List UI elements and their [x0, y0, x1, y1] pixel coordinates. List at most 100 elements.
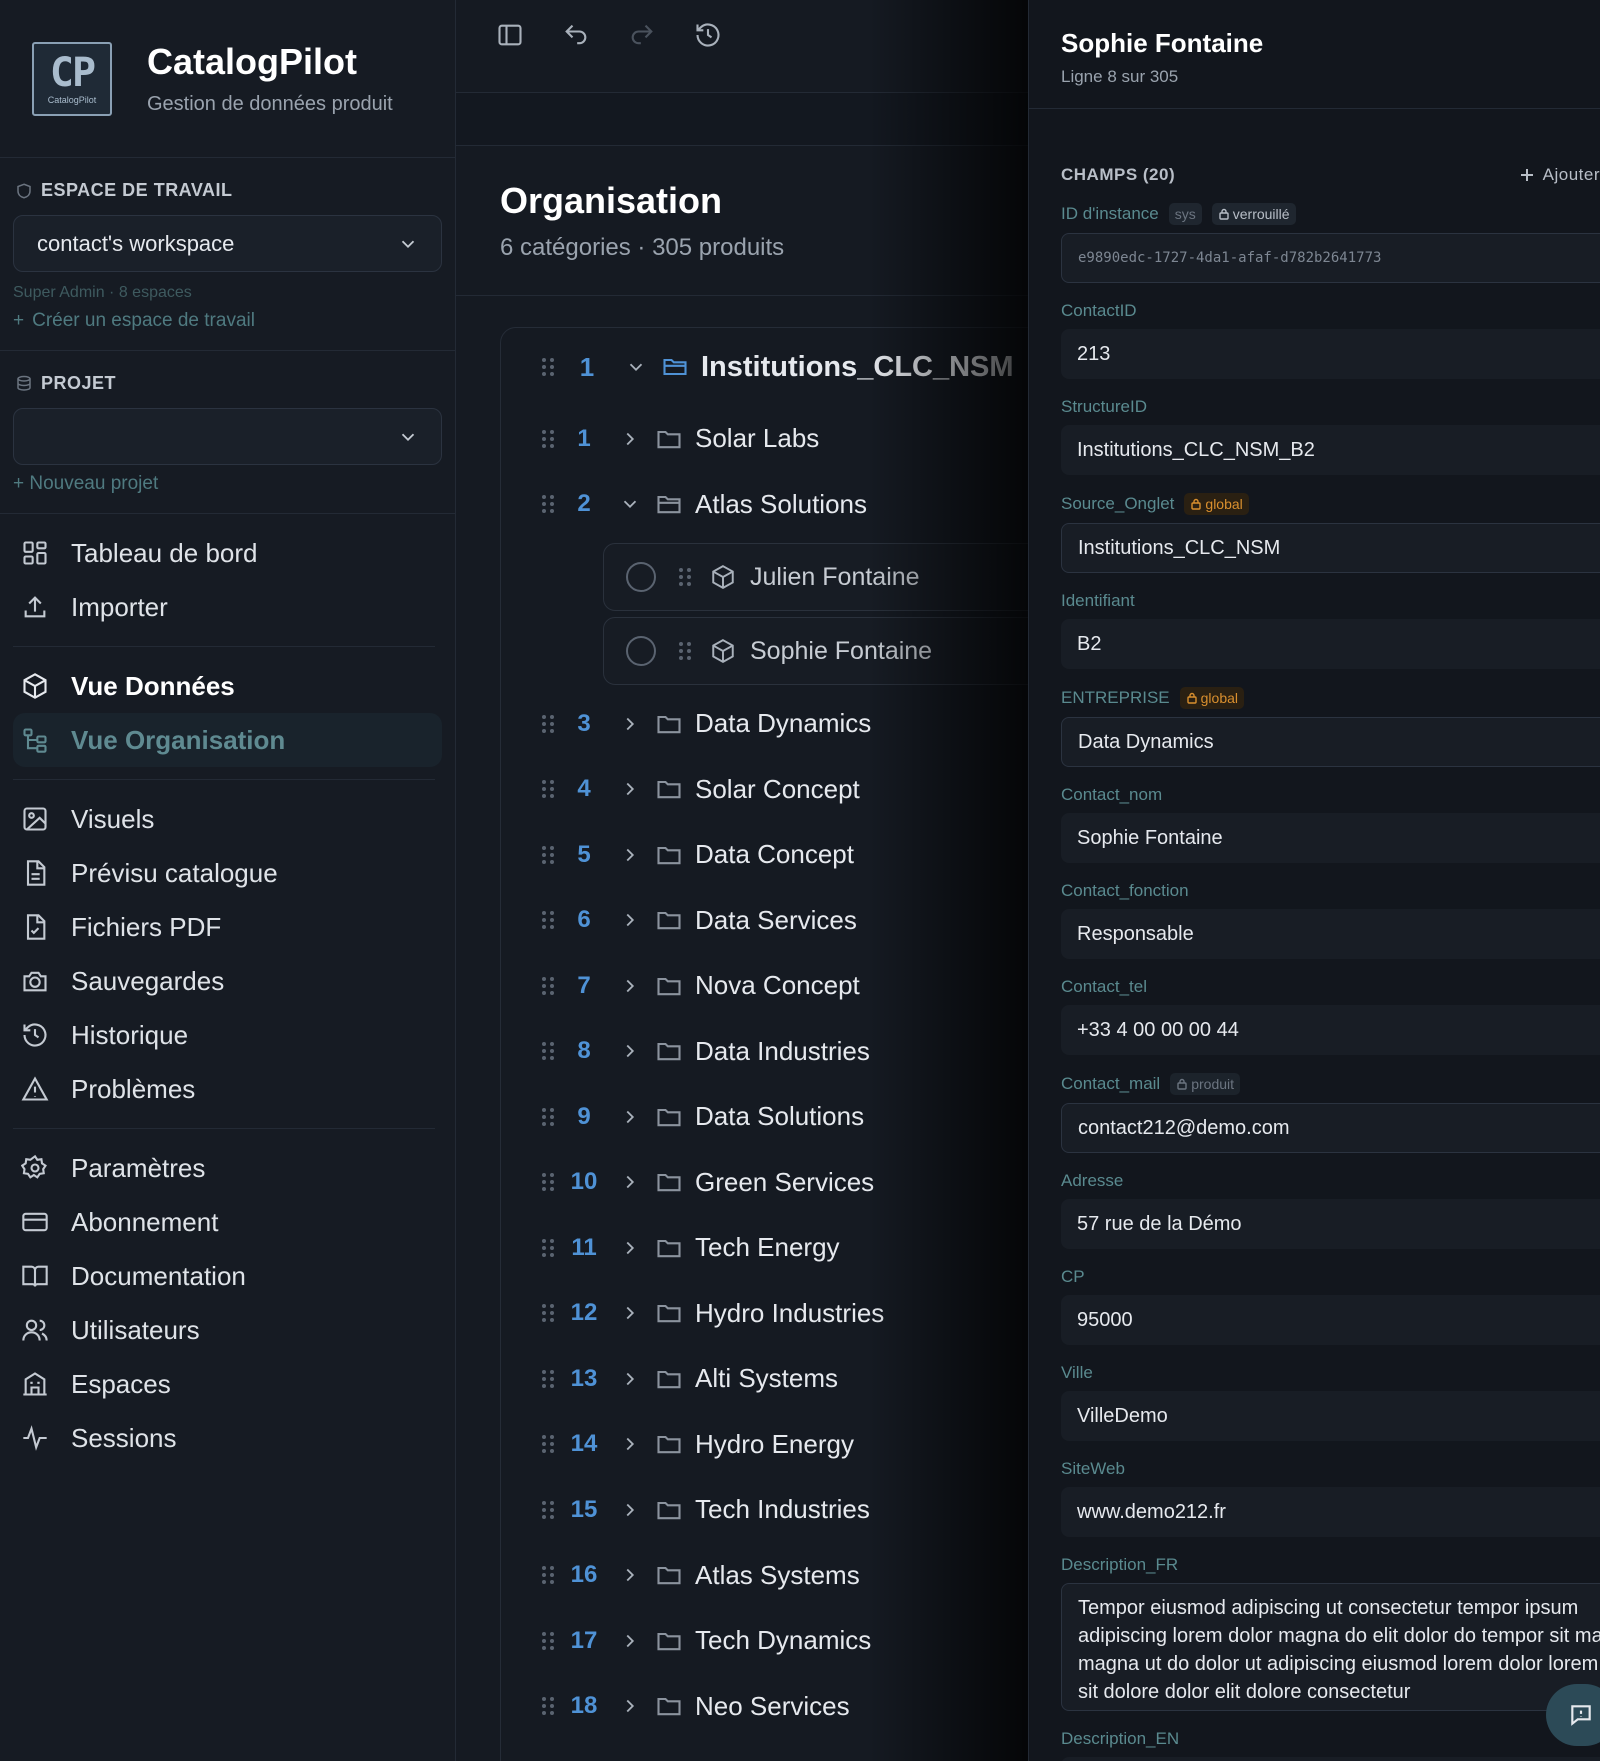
field-input[interactable]: e9890edc-1727-4da1-afaf-d782b2641773	[1061, 233, 1600, 283]
chevron-right-icon[interactable]	[619, 1433, 641, 1455]
nav-item-settings[interactable]: Paramètres	[13, 1141, 442, 1195]
drag-handle-icon[interactable]	[539, 1302, 557, 1324]
nav-item-spaces[interactable]: Espaces	[13, 1357, 442, 1411]
chevron-right-icon[interactable]	[619, 1499, 641, 1521]
nav-item-users[interactable]: Utilisateurs	[13, 1303, 442, 1357]
drag-handle-icon[interactable]	[676, 566, 694, 588]
chevron-right-icon[interactable]	[619, 909, 641, 931]
nav-item-visuals[interactable]: Visuels	[13, 792, 442, 846]
tree-row[interactable]: 4 Solar Concept	[501, 757, 1028, 823]
chevron-right-icon[interactable]	[619, 428, 641, 450]
field-input[interactable]: VilleDemo	[1061, 1391, 1600, 1441]
field-input[interactable]: www.demo212.fr	[1061, 1487, 1600, 1537]
tree-root[interactable]: 1 Institutions_CLC_NSM	[501, 328, 1028, 406]
drag-handle-icon[interactable]	[539, 428, 557, 450]
field-input[interactable]: Institutions_CLC_NSM	[1061, 523, 1600, 573]
tree-child-item[interactable]: Julien Fontaine	[603, 543, 1028, 611]
add-field-button[interactable]: Ajouter	[1519, 165, 1600, 185]
nav-item-history[interactable]: Historique	[13, 1008, 442, 1062]
field-input[interactable]: contact212@demo.com	[1061, 1103, 1600, 1153]
chevron-right-icon[interactable]	[619, 1302, 641, 1324]
drag-handle-icon[interactable]	[539, 1564, 557, 1586]
field-input[interactable]: B2	[1061, 619, 1600, 669]
field-input[interactable]: Institutions_CLC_NSM_B2	[1061, 425, 1600, 475]
chevron-down-icon[interactable]	[625, 356, 647, 378]
tree-row[interactable]: 11 Tech Energy	[501, 1215, 1028, 1281]
drag-handle-icon[interactable]	[539, 778, 557, 800]
history-icon[interactable]	[694, 21, 722, 49]
tree-row[interactable]: 18 Neo Services	[501, 1674, 1028, 1740]
drag-handle-icon[interactable]	[539, 1237, 557, 1259]
drag-handle-icon[interactable]	[539, 1499, 557, 1521]
field-input[interactable]: 95000	[1061, 1295, 1600, 1345]
redo-icon[interactable]	[628, 21, 656, 49]
tree-row[interactable]: 3 Data Dynamics	[501, 691, 1028, 757]
drag-handle-icon[interactable]	[676, 640, 694, 662]
tree-row[interactable]: 6 Data Services	[501, 888, 1028, 954]
chevron-right-icon[interactable]	[619, 1368, 641, 1390]
chevron-right-icon[interactable]	[619, 1171, 641, 1193]
drag-handle-icon[interactable]	[539, 975, 557, 997]
project-select[interactable]	[13, 408, 442, 465]
drag-handle-icon[interactable]	[539, 1368, 557, 1390]
chevron-right-icon[interactable]	[619, 1695, 641, 1717]
nav-item-backups[interactable]: Sauvegardes	[13, 954, 442, 1008]
nav-item-subscription[interactable]: Abonnement	[13, 1195, 442, 1249]
chevron-right-icon[interactable]	[619, 1630, 641, 1652]
chevron-right-icon[interactable]	[619, 778, 641, 800]
tree-row[interactable]: 14 Hydro Energy	[501, 1412, 1028, 1478]
chevron-right-icon[interactable]	[619, 1106, 641, 1128]
drag-handle-icon[interactable]	[539, 909, 557, 931]
field-textarea[interactable]: Tempor eiusmod adipiscing ut consectetur…	[1061, 1583, 1600, 1711]
tree-row[interactable]: 10 Green Services	[501, 1150, 1028, 1216]
chevron-right-icon[interactable]	[619, 713, 641, 735]
nav-item-pdf-files[interactable]: Fichiers PDF	[13, 900, 442, 954]
chevron-down-icon[interactable]	[619, 493, 641, 515]
select-radio[interactable]	[626, 636, 656, 666]
nav-item-data-view[interactable]: Vue Données	[13, 659, 442, 713]
nav-item-org-view[interactable]: Vue Organisation	[13, 713, 442, 767]
chevron-right-icon[interactable]	[619, 844, 641, 866]
field-input[interactable]	[1061, 1757, 1600, 1761]
drag-handle-icon[interactable]	[539, 1433, 557, 1455]
sidebar-toggle-icon[interactable]	[496, 21, 524, 49]
nav-item-documentation[interactable]: Documentation	[13, 1249, 442, 1303]
tree-row[interactable]: 9 Data Solutions	[501, 1084, 1028, 1150]
help-chat-button[interactable]	[1546, 1684, 1600, 1746]
undo-icon[interactable]	[562, 21, 590, 49]
tree-child-item[interactable]: Sophie Fontaine	[603, 617, 1028, 685]
field-input[interactable]: Responsable	[1061, 909, 1600, 959]
workspace-select[interactable]: contact's workspace	[13, 215, 442, 272]
tree-row[interactable]: 17 Tech Dynamics	[501, 1608, 1028, 1674]
tree-row[interactable]: 8 Data Industries	[501, 1019, 1028, 1085]
tree-row[interactable]: 5 Data Concept	[501, 822, 1028, 888]
drag-handle-icon[interactable]	[539, 356, 557, 378]
drag-handle-icon[interactable]	[539, 493, 557, 515]
drag-handle-icon[interactable]	[539, 1630, 557, 1652]
chevron-right-icon[interactable]	[619, 1564, 641, 1586]
tree-row[interactable]: 12 Hydro Industries	[501, 1281, 1028, 1347]
nav-item-dashboard[interactable]: Tableau de bord	[13, 526, 442, 580]
field-input[interactable]: +33 4 00 00 00 44	[1061, 1005, 1600, 1055]
new-project-link[interactable]: + Nouveau projet	[13, 473, 442, 495]
field-input[interactable]: Sophie Fontaine	[1061, 813, 1600, 863]
nav-item-sessions[interactable]: Sessions	[13, 1411, 442, 1465]
field-input[interactable]: Data Dynamics	[1061, 717, 1600, 767]
tree-row[interactable]: 7 Nova Concept	[501, 953, 1028, 1019]
select-radio[interactable]	[626, 562, 656, 592]
drag-handle-icon[interactable]	[539, 1695, 557, 1717]
nav-item-catalog-preview[interactable]: Prévisu catalogue	[13, 846, 442, 900]
tree-row[interactable]: 15 Tech Industries	[501, 1477, 1028, 1543]
drag-handle-icon[interactable]	[539, 713, 557, 735]
app-logo[interactable]: CP CatalogPilot	[32, 41, 112, 116]
chevron-right-icon[interactable]	[619, 1237, 641, 1259]
drag-handle-icon[interactable]	[539, 844, 557, 866]
drag-handle-icon[interactable]	[539, 1106, 557, 1128]
field-input[interactable]: 57 rue de la Démo	[1061, 1199, 1600, 1249]
chevron-right-icon[interactable]	[619, 975, 641, 997]
field-input[interactable]: 213	[1061, 329, 1600, 379]
create-workspace-link[interactable]: + Créer un espace de travail	[13, 310, 442, 332]
chevron-right-icon[interactable]	[619, 1040, 641, 1062]
tree-row[interactable]: 13 Alti Systems	[501, 1346, 1028, 1412]
nav-item-problems[interactable]: Problèmes	[13, 1062, 442, 1116]
